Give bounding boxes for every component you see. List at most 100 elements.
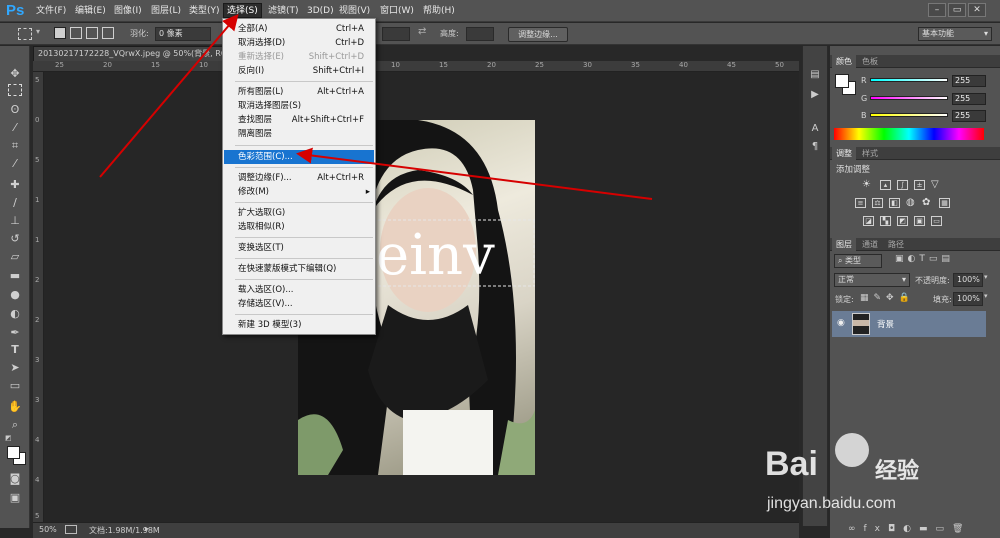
screen-mode-icon[interactable]: ▣: [7, 490, 23, 505]
width-input[interactable]: [382, 27, 410, 41]
menu-item-similar[interactable]: 选取相似(R): [224, 220, 374, 234]
menu-item-select-all[interactable]: 全部(A) Ctrl+A: [224, 22, 374, 36]
tab-swatches[interactable]: 色板: [858, 55, 882, 68]
menu-item-save-selection[interactable]: 存储选区(V)...: [224, 297, 374, 311]
history-brush-tool-icon[interactable]: ↺: [7, 231, 23, 246]
clone-stamp-tool-icon[interactable]: ⊥: [7, 213, 23, 228]
fill-input[interactable]: 100%: [953, 292, 983, 306]
zoom-tool-icon[interactable]: ⌕: [7, 417, 23, 432]
height-input[interactable]: [466, 27, 494, 41]
paragraph-panel-icon[interactable]: ¶: [807, 140, 823, 154]
layer-name[interactable]: 背景: [877, 318, 894, 330]
tab-styles[interactable]: 样式: [858, 147, 882, 160]
black-white-icon[interactable]: ◧: [889, 198, 900, 208]
foreground-color-swatch[interactable]: [7, 446, 20, 459]
tab-color[interactable]: 颜色: [832, 55, 856, 68]
menu-layer[interactable]: 图层(L): [148, 4, 184, 19]
menu-item-inverse[interactable]: 反向(I) Shift+Ctrl+I: [224, 64, 374, 78]
intersect-selection-icon[interactable]: [102, 27, 114, 39]
menu-type[interactable]: 类型(Y): [186, 4, 223, 19]
channel-mixer-icon[interactable]: ✿: [922, 197, 930, 208]
share-icon[interactable]: [65, 525, 77, 534]
menu-select[interactable]: 选择(S): [223, 3, 262, 18]
layer-row[interactable]: ◉ 背景: [832, 311, 986, 337]
new-selection-icon[interactable]: [54, 27, 66, 39]
hand-tool-icon[interactable]: ✋: [7, 399, 23, 414]
default-colors-icon[interactable]: ◩: [5, 434, 12, 442]
brush-tool-icon[interactable]: ∕: [7, 195, 23, 210]
gradient-tool-icon[interactable]: ▬: [7, 268, 23, 283]
blend-mode-select[interactable]: 正常 ▾: [834, 273, 910, 287]
type-tool-icon[interactable]: T: [7, 342, 23, 357]
eyedropper-tool-icon[interactable]: ⁄: [7, 156, 23, 171]
menu-item-reselect[interactable]: 重新选择(E) Shift+Ctrl+D: [224, 50, 374, 64]
restore-button[interactable]: ▭: [948, 3, 966, 17]
actions-panel-icon[interactable]: ▶: [807, 88, 823, 102]
menu-item-new-3d-extrusion[interactable]: 新建 3D 模型(3): [224, 318, 374, 332]
menu-edit[interactable]: 编辑(E): [72, 4, 109, 19]
red-slider[interactable]: [870, 78, 948, 82]
vibrance-icon[interactable]: ▽: [931, 179, 939, 190]
layer-filter-icons[interactable]: ▣◐T▭▤: [895, 254, 954, 264]
history-panel-icon[interactable]: ▤: [807, 68, 823, 82]
pen-tool-icon[interactable]: ✒: [7, 325, 23, 340]
menu-item-grow[interactable]: 扩大选取(G): [224, 206, 374, 220]
menu-item-find-layers[interactable]: 查找图层 Alt+Shift+Ctrl+F: [224, 113, 374, 127]
green-value[interactable]: 255: [952, 93, 986, 105]
threshold-icon[interactable]: ◩: [897, 216, 908, 226]
path-select-tool-icon[interactable]: ➤: [7, 360, 23, 375]
selective-color-icon[interactable]: ▣: [914, 216, 925, 226]
gradient-map-icon[interactable]: ▭: [931, 216, 942, 226]
levels-icon[interactable]: ▴: [880, 180, 891, 190]
dodge-tool-icon[interactable]: ◐: [7, 306, 23, 321]
tab-paths[interactable]: 路径: [884, 238, 908, 251]
curves-icon[interactable]: ∫: [897, 180, 908, 190]
photo-filter-icon[interactable]: ◍: [906, 197, 915, 208]
eye-icon[interactable]: ◉: [837, 318, 845, 328]
red-value[interactable]: 255: [952, 75, 986, 87]
tab-layers[interactable]: 图层: [832, 238, 856, 251]
blur-tool-icon[interactable]: ●: [7, 287, 23, 302]
move-tool-icon[interactable]: ✥: [7, 66, 23, 81]
document-tab[interactable]: 20130217172228_VQrwX.jpeg @ 50%(背景, RGB/…: [33, 46, 223, 61]
green-slider[interactable]: [870, 96, 948, 100]
color-ramp[interactable]: [834, 128, 984, 140]
rect-marquee-tool-icon[interactable]: [8, 84, 22, 96]
menu-window[interactable]: 窗口(W): [377, 4, 417, 19]
lasso-tool-icon[interactable]: ʘ: [7, 102, 23, 117]
layer-footer-icons[interactable]: ∞fx◘◐▬▭🗑: [848, 524, 971, 534]
menu-item-isolate-layers[interactable]: 隔离图层: [224, 127, 374, 141]
chevron-down-icon[interactable]: ▾: [984, 273, 988, 281]
rectangle-tool-icon[interactable]: ▭: [7, 378, 23, 393]
lock-icons[interactable]: ▦✎✥🔒: [860, 293, 915, 303]
menu-item-load-selection[interactable]: 载入选区(O)...: [224, 283, 374, 297]
chevron-right-icon[interactable]: ▸: [145, 524, 149, 533]
tab-adjustments[interactable]: 调整: [832, 147, 856, 160]
healing-brush-tool-icon[interactable]: ✚: [7, 177, 23, 192]
character-panel-icon[interactable]: A: [807, 122, 823, 136]
eraser-tool-icon[interactable]: ▱: [7, 249, 23, 264]
close-button[interactable]: ✕: [968, 3, 986, 17]
posterize-icon[interactable]: ▚: [880, 216, 891, 226]
menu-view[interactable]: 视图(V): [336, 4, 373, 19]
opacity-input[interactable]: 100%: [953, 273, 983, 287]
layer-filter-select[interactable]: ⌕ 类型: [834, 254, 882, 268]
color-balance-icon[interactable]: ⚖: [872, 198, 883, 208]
exposure-icon[interactable]: ±: [914, 180, 925, 190]
swap-icon[interactable]: ⇄: [418, 26, 426, 37]
color-lookup-icon[interactable]: ▦: [939, 198, 950, 208]
add-selection-icon[interactable]: [70, 27, 82, 39]
brightness-icon[interactable]: ☀: [862, 179, 871, 190]
menu-item-transform-selection[interactable]: 变换选区(T): [224, 241, 374, 255]
menu-3d[interactable]: 3D(D): [304, 4, 337, 19]
menu-help[interactable]: 帮助(H): [420, 4, 458, 19]
color-foreground-swatch[interactable]: [835, 74, 849, 88]
invert-icon[interactable]: ◪: [863, 216, 874, 226]
chevron-down-icon[interactable]: ▾: [984, 292, 988, 300]
menu-filter[interactable]: 滤镜(T): [265, 4, 302, 19]
hue-saturation-icon[interactable]: ≡: [855, 198, 866, 208]
quick-select-tool-icon[interactable]: ⁄: [7, 120, 23, 135]
crop-tool-icon[interactable]: ⌗: [7, 138, 23, 153]
menu-item-color-range[interactable]: 色彩范围(C)...: [224, 150, 374, 164]
workspace-select[interactable]: 基本功能 ▾: [918, 27, 992, 41]
